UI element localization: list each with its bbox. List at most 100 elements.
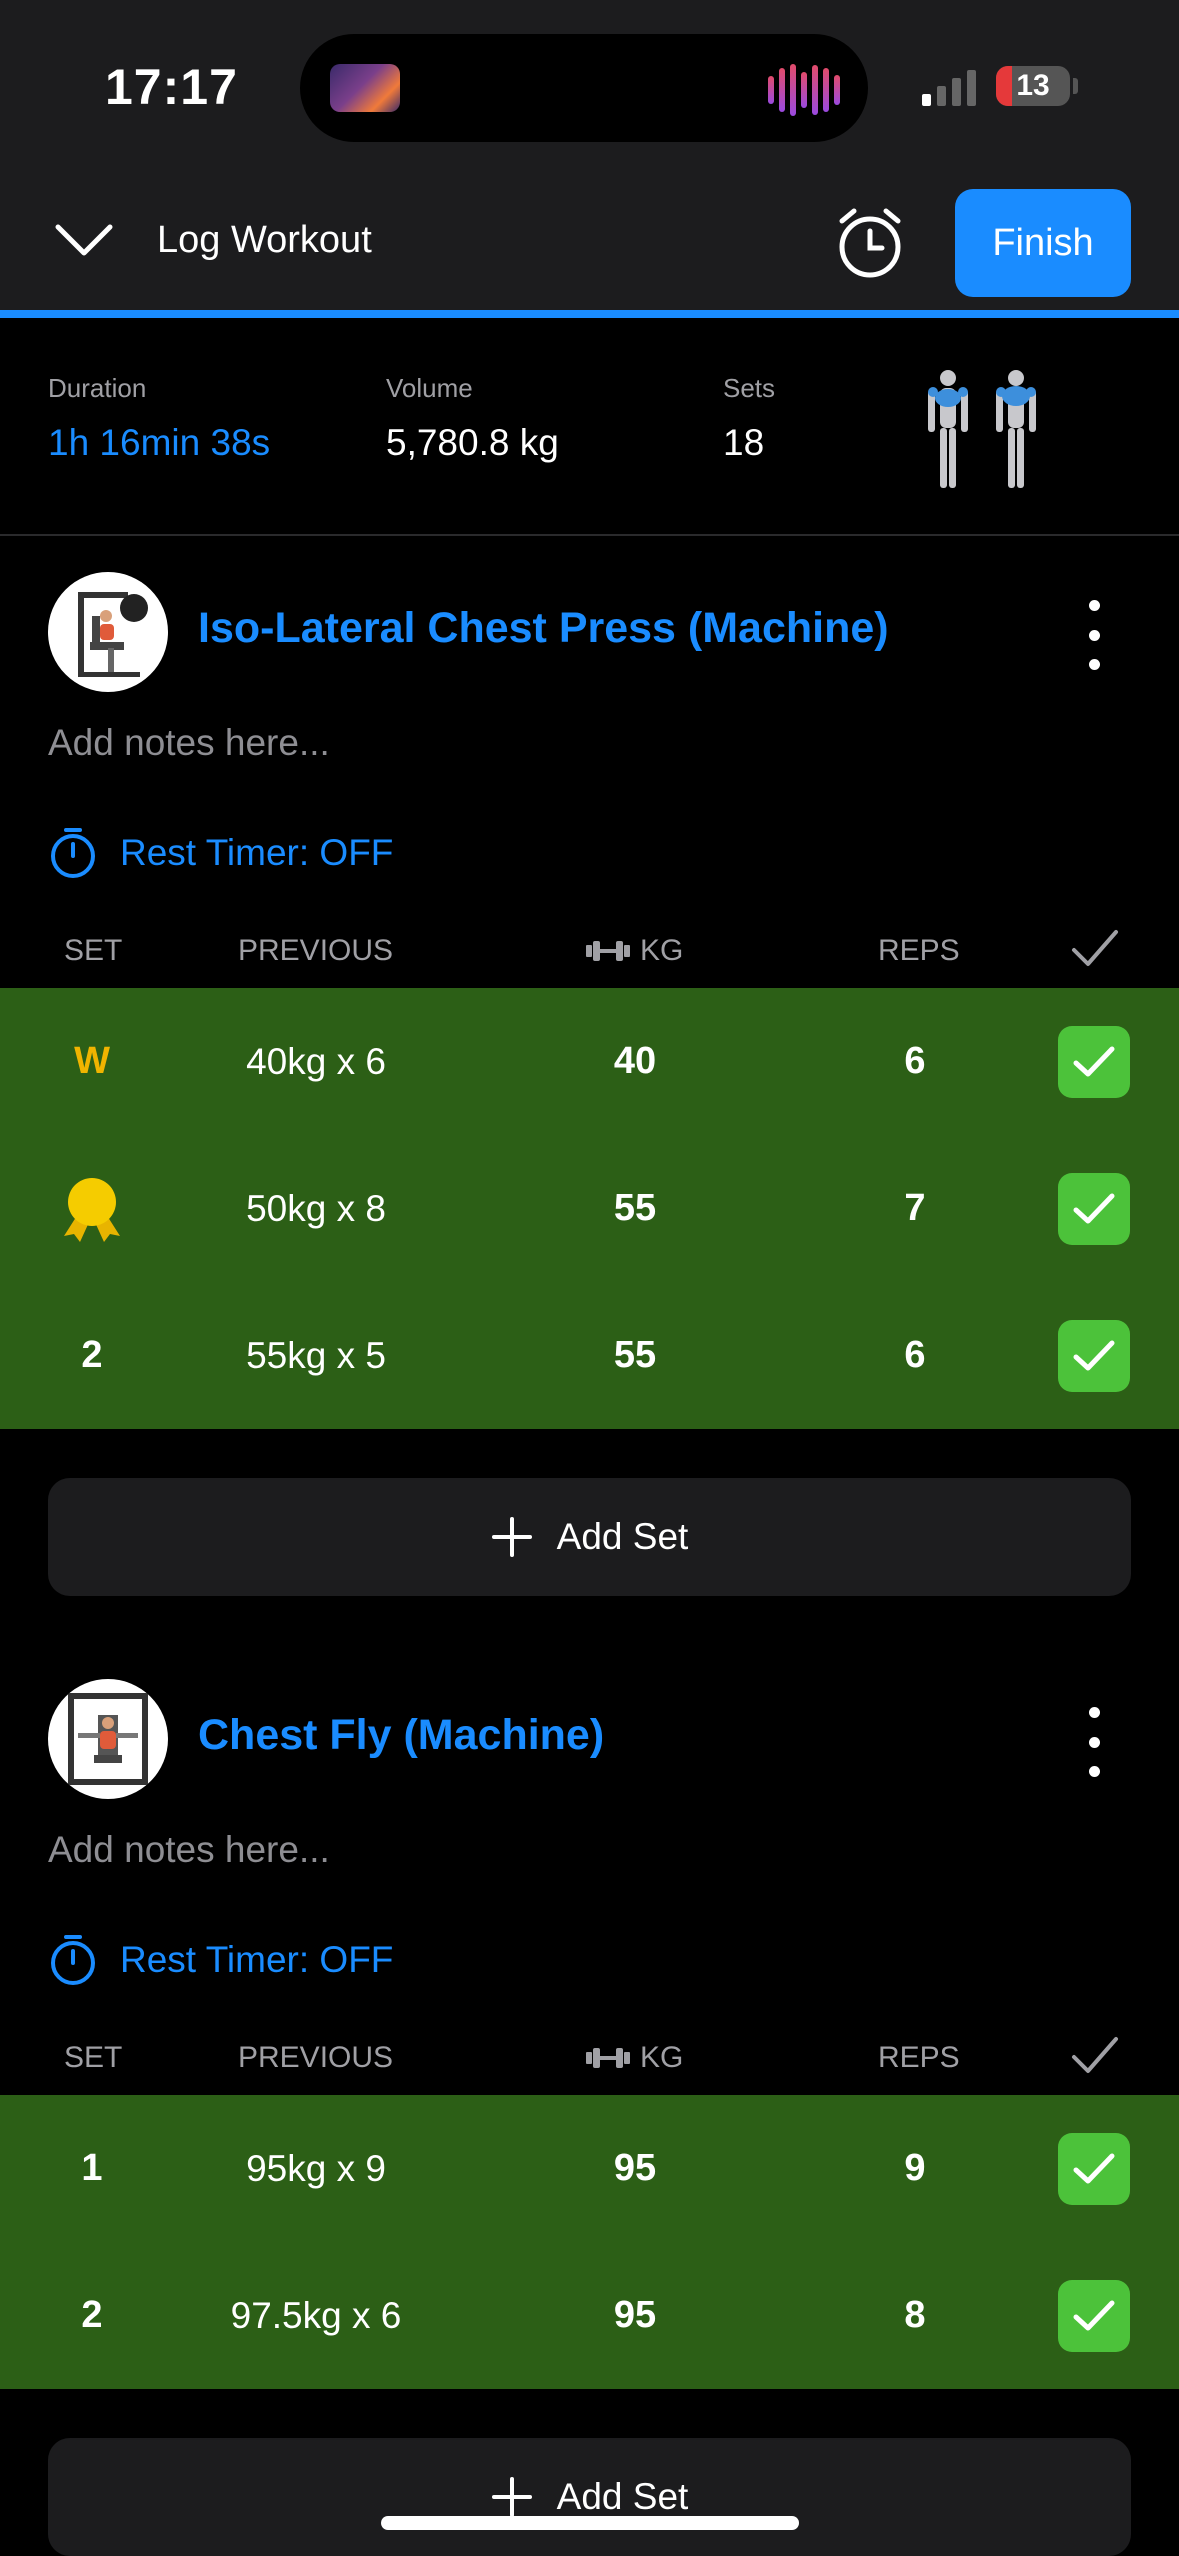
rest-timer-toggle[interactable]: Rest Timer: OFF bbox=[48, 1933, 393, 1987]
exercise-name[interactable]: Iso-Lateral Chest Press (Machine) bbox=[198, 604, 889, 653]
reps-input[interactable]: 8 bbox=[845, 2242, 985, 2389]
kg-input[interactable]: 40 bbox=[560, 988, 710, 1135]
set-number[interactable]: 1 bbox=[42, 2095, 142, 2242]
rest-timer-label: Rest Timer: OFF bbox=[120, 1939, 394, 1980]
complete-set-checkbox[interactable] bbox=[1058, 988, 1130, 1135]
add-set-label: Add Set bbox=[556, 2476, 689, 2517]
col-previous: PREVIOUS bbox=[238, 2041, 394, 2074]
complete-set-checkbox[interactable] bbox=[1058, 1135, 1130, 1282]
set-row: 1 95kg x 9 95 9 bbox=[0, 2095, 1179, 2242]
notes-input[interactable]: Add notes here... bbox=[48, 722, 330, 764]
muscle-map-icon[interactable] bbox=[918, 366, 1048, 496]
rest-timer-label: Rest Timer: OFF bbox=[120, 832, 394, 873]
exercise-card: Chest Fly (Machine) Add notes here... Re… bbox=[0, 1643, 1179, 2556]
col-kg: KG bbox=[586, 934, 683, 968]
kg-input[interactable]: 55 bbox=[560, 1282, 710, 1429]
medal-icon bbox=[64, 1177, 120, 1242]
rest-timer-toggle[interactable]: Rest Timer: OFF bbox=[48, 826, 393, 880]
progress-bar bbox=[0, 310, 1179, 318]
app-header: Log Workout Finish bbox=[0, 175, 1179, 310]
kg-input[interactable]: 55 bbox=[560, 1135, 710, 1282]
reps-input[interactable]: 9 bbox=[845, 2095, 985, 2242]
previous-value[interactable]: 40kg x 6 bbox=[186, 988, 446, 1135]
complete-set-checkbox[interactable] bbox=[1058, 2242, 1130, 2389]
check-icon bbox=[1073, 2300, 1115, 2330]
notes-input[interactable]: Add notes here... bbox=[48, 1829, 330, 1871]
complete-set-checkbox[interactable] bbox=[1058, 1282, 1130, 1429]
checkmark-header-icon bbox=[1072, 930, 1118, 966]
stat-label: Duration bbox=[48, 373, 147, 403]
battery-level: 13 bbox=[1016, 69, 1050, 102]
home-indicator[interactable] bbox=[381, 2516, 799, 2530]
exercise-thumbnail[interactable] bbox=[48, 572, 168, 692]
set-row: 2 97.5kg x 6 95 8 bbox=[0, 2242, 1179, 2389]
stat-duration: Duration 1h 16min 38s bbox=[48, 373, 270, 464]
more-options-icon[interactable] bbox=[1082, 1707, 1106, 1777]
finish-button[interactable]: Finish bbox=[955, 189, 1131, 297]
plus-icon bbox=[491, 2477, 532, 2517]
kg-input[interactable]: 95 bbox=[560, 2242, 710, 2389]
exercise-card: Iso-Lateral Chest Press (Machine) Add no… bbox=[0, 536, 1179, 1596]
set-row: 50kg x 8 55 7 bbox=[0, 1135, 1179, 1282]
complete-set-checkbox[interactable] bbox=[1058, 2095, 1130, 2242]
chevron-down-icon[interactable] bbox=[52, 215, 116, 263]
now-playing-artwork bbox=[330, 64, 400, 112]
add-set-label: Add Set bbox=[556, 1516, 689, 1557]
previous-value[interactable]: 97.5kg x 6 bbox=[186, 2242, 446, 2389]
reps-input[interactable]: 7 bbox=[845, 1135, 985, 1282]
col-kg: KG bbox=[586, 2041, 683, 2075]
add-set-button[interactable]: Add Set bbox=[48, 1478, 1131, 1596]
check-icon bbox=[1073, 1340, 1115, 1370]
stopwatch-icon bbox=[51, 1935, 95, 1985]
dumbbell-icon bbox=[586, 2048, 630, 2068]
col-reps: REPS bbox=[878, 934, 960, 967]
reps-input[interactable]: 6 bbox=[845, 1282, 985, 1429]
stat-volume: Volume 5,780.8 kg bbox=[386, 373, 559, 464]
more-options-icon[interactable] bbox=[1082, 600, 1106, 670]
dumbbell-icon bbox=[586, 941, 630, 961]
stat-sets: Sets 18 bbox=[723, 373, 775, 464]
checkmark-header-icon bbox=[1072, 2037, 1118, 2073]
status-bar: 17:17 13 bbox=[0, 0, 1179, 175]
set-rows: W 40kg x 6 40 6 50kg x 8 55 7 2 55kg x 5… bbox=[0, 988, 1179, 1429]
previous-value[interactable]: 55kg x 5 bbox=[186, 1282, 446, 1429]
stat-label: Sets bbox=[723, 373, 776, 403]
col-set: SET bbox=[64, 934, 123, 967]
set-type-warmup[interactable]: W bbox=[42, 988, 142, 1135]
plus-icon bbox=[491, 1517, 532, 1557]
stat-label: Volume bbox=[386, 373, 473, 403]
col-previous: PREVIOUS bbox=[238, 934, 394, 967]
exercise-thumbnail[interactable] bbox=[48, 1679, 168, 1799]
set-row: 2 55kg x 5 55 6 bbox=[0, 1282, 1179, 1429]
rest-timer-clock-icon[interactable] bbox=[832, 205, 908, 281]
set-rows: 1 95kg x 9 95 9 2 97.5kg x 6 95 8 bbox=[0, 2095, 1179, 2389]
dynamic-island[interactable] bbox=[300, 34, 868, 142]
set-table-header: SET PREVIOUS KG REPS bbox=[0, 2035, 1179, 2085]
add-set-button[interactable]: Add Set bbox=[48, 2438, 1131, 2556]
set-number[interactable] bbox=[42, 1135, 142, 1282]
exercise-name[interactable]: Chest Fly (Machine) bbox=[198, 1711, 604, 1760]
page-title: Log Workout bbox=[157, 219, 372, 261]
stat-value: 18 bbox=[723, 422, 765, 463]
previous-value[interactable]: 95kg x 9 bbox=[186, 2095, 446, 2242]
battery-icon: 13 bbox=[996, 66, 1070, 106]
cellular-signal-icon bbox=[922, 68, 976, 106]
check-icon bbox=[1073, 1046, 1115, 1076]
workout-stats: Duration 1h 16min 38s Volume 5,780.8 kg … bbox=[0, 318, 1179, 536]
check-icon bbox=[1073, 2153, 1115, 2183]
status-time: 17:17 bbox=[105, 59, 238, 115]
set-row: W 40kg x 6 40 6 bbox=[0, 988, 1179, 1135]
stopwatch-icon bbox=[51, 828, 95, 878]
reps-input[interactable]: 6 bbox=[845, 988, 985, 1135]
previous-value[interactable]: 50kg x 8 bbox=[186, 1135, 446, 1282]
set-number[interactable]: 2 bbox=[42, 2242, 142, 2389]
check-icon bbox=[1073, 1193, 1115, 1223]
col-set: SET bbox=[64, 2041, 123, 2074]
col-reps: REPS bbox=[878, 2041, 960, 2074]
stat-value: 1h 16min 38s bbox=[48, 422, 271, 463]
audio-waveform-icon bbox=[768, 64, 840, 116]
kg-input[interactable]: 95 bbox=[560, 2095, 710, 2242]
set-table-header: SET PREVIOUS KG REPS bbox=[0, 928, 1179, 978]
set-number[interactable]: 2 bbox=[42, 1282, 142, 1429]
stat-value: 5,780.8 kg bbox=[386, 422, 559, 463]
